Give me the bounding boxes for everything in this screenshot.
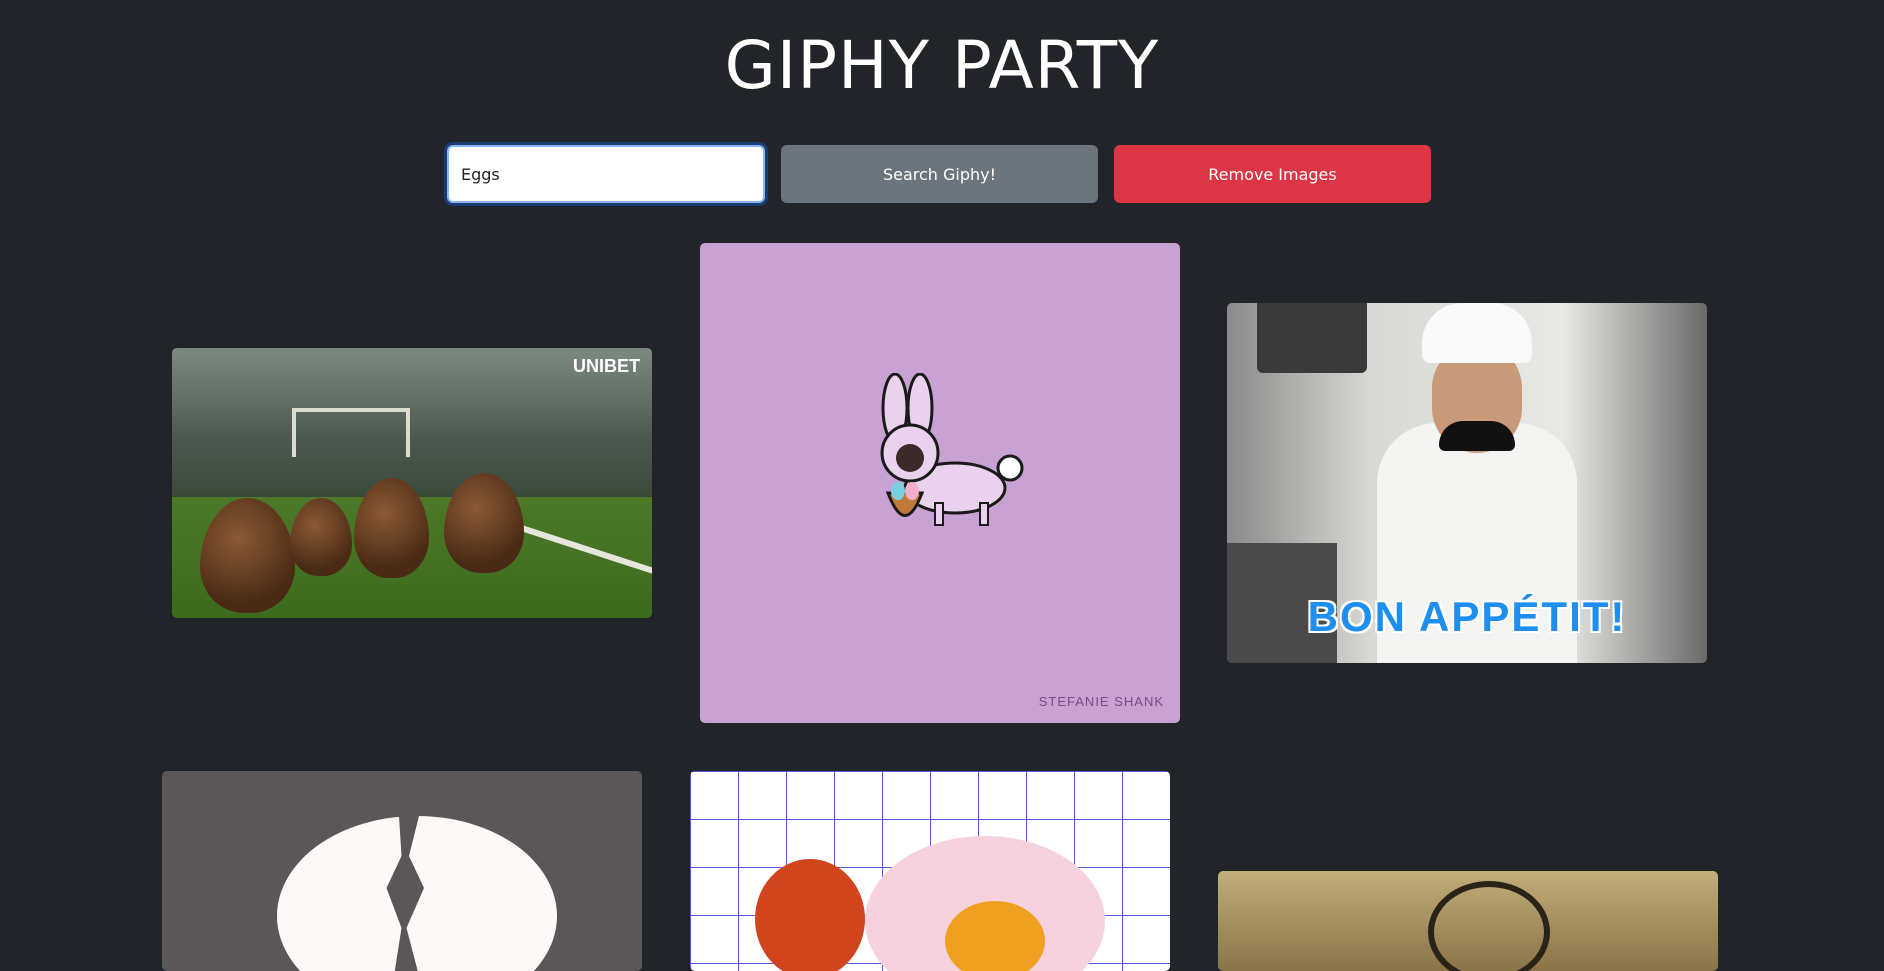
watermark-logo: UNIBET	[573, 356, 640, 376]
gif-image: BON APPÉTIT!	[1227, 303, 1707, 663]
page-title: GIPHY PARTY	[724, 27, 1160, 104]
remove-images-button[interactable]: Remove Images	[1114, 145, 1431, 203]
artist-credit: STEFANIE SHANK	[1038, 694, 1164, 709]
chocolate-egg	[200, 498, 295, 613]
egg-yolk	[945, 901, 1045, 971]
gif-image: STEFANIE SHANK	[700, 243, 1180, 723]
gif-image: UNIBET	[172, 348, 652, 618]
gif-image	[690, 771, 1170, 971]
search-button[interactable]: Search Giphy!	[781, 145, 1098, 203]
chocolate-egg	[290, 498, 352, 576]
search-input[interactable]	[447, 145, 765, 203]
pitch-line	[505, 520, 652, 582]
stove-burner	[1428, 881, 1550, 971]
bunny-dog-illustration	[880, 373, 1024, 526]
gif-caption: BON APPÉTIT!	[1307, 593, 1627, 640]
chef-hat	[1422, 303, 1532, 363]
gif-image	[1218, 871, 1718, 971]
sausage	[755, 859, 865, 971]
mustache	[1439, 421, 1515, 451]
gif-image	[162, 771, 642, 971]
microwave	[1257, 303, 1367, 373]
goal-post	[292, 408, 410, 457]
